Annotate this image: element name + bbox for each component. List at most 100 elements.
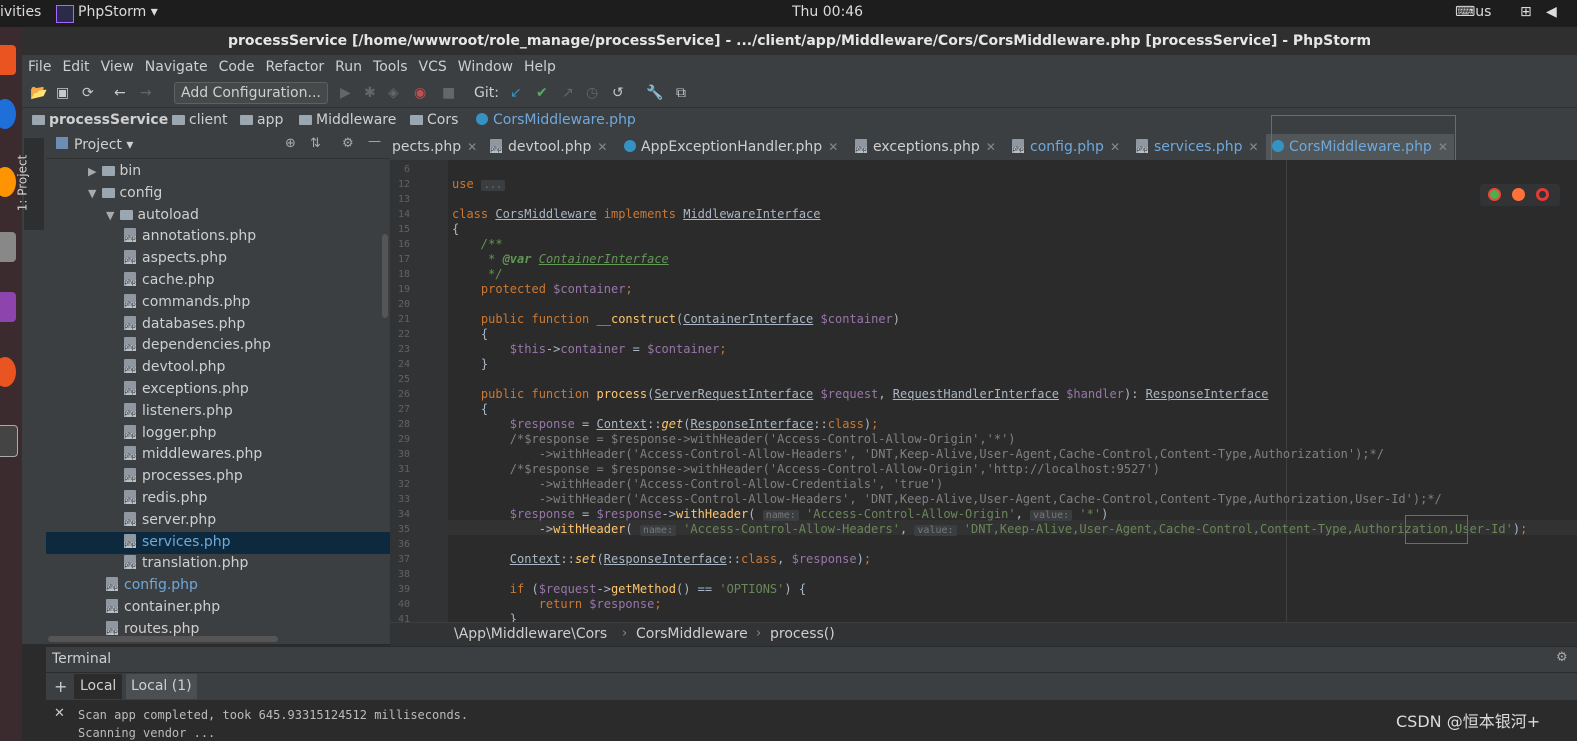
phpstorm-dock-icon[interactable]: [0, 292, 16, 322]
menu-view[interactable]: View: [101, 55, 134, 79]
add-configuration-button[interactable]: Add Configuration...: [174, 82, 328, 104]
tree-vertical-scrollbar[interactable]: [382, 234, 388, 318]
tab-config[interactable]: config.php ✕: [1012, 134, 1120, 160]
tab-appexceptionhandler[interactable]: AppExceptionHandler.php ✕: [624, 134, 838, 160]
tab-services[interactable]: services.php ✕: [1136, 134, 1259, 160]
tab-aspects[interactable]: pects.php ✕: [392, 134, 477, 160]
tree-file-exceptions[interactable]: exceptions.php: [124, 378, 249, 400]
git-commit-icon[interactable]: ✔: [536, 85, 548, 101]
text-editor-icon[interactable]: [0, 232, 16, 262]
profile-icon[interactable]: ◉: [414, 85, 426, 101]
chevron-right-icon[interactable]: ▶: [88, 161, 98, 183]
line-number[interactable]: 34: [390, 509, 410, 520]
software-center-icon[interactable]: [0, 357, 16, 387]
menu-edit[interactable]: Edit: [62, 55, 89, 79]
tree-file-dependencies[interactable]: dependencies.php: [124, 334, 271, 356]
forward-icon[interactable]: →: [140, 85, 152, 101]
firefox-icon[interactable]: [0, 167, 16, 197]
firefox-preview-icon[interactable]: [1512, 188, 1525, 201]
nav-crumb-app[interactable]: app: [240, 112, 283, 128]
hide-panel-icon[interactable]: —: [368, 134, 381, 149]
nav-crumb-processservice[interactable]: processService: [32, 112, 168, 128]
tree-file-middlewares[interactable]: middlewares.php: [124, 443, 262, 465]
line-number[interactable]: 31: [390, 464, 410, 475]
tree-file-services[interactable]: services.php: [124, 531, 231, 553]
tree-file-listeners[interactable]: listeners.php: [124, 400, 233, 422]
tab-exceptions[interactable]: exceptions.php ✕: [855, 134, 996, 160]
menu-window[interactable]: Window: [458, 55, 513, 79]
chrome-icon[interactable]: [1488, 188, 1501, 201]
project-view-selector[interactable]: Project ▾: [74, 137, 133, 153]
tree-folder-config[interactable]: ▼ config: [88, 182, 162, 204]
line-number[interactable]: 37: [390, 554, 410, 565]
line-number[interactable]: 22: [390, 329, 410, 340]
tree-file-translation[interactable]: translation.php: [124, 552, 248, 574]
locate-icon[interactable]: ⊕: [285, 136, 296, 151]
tree-file-annotations[interactable]: annotations.php: [124, 225, 256, 247]
line-number[interactable]: 26: [390, 389, 410, 400]
browser-icon[interactable]: [0, 99, 16, 129]
rollback-icon[interactable]: ↺: [612, 85, 624, 101]
line-number[interactable]: 18: [390, 269, 410, 280]
git-update-icon[interactable]: ↙: [510, 85, 522, 101]
settings-wrench-icon[interactable]: 🔧: [646, 85, 663, 101]
line-number[interactable]: 35: [390, 524, 410, 535]
menu-help[interactable]: Help: [524, 55, 556, 79]
git-push-icon[interactable]: ↗: [562, 85, 574, 101]
project-tool-tab[interactable]: 1: Project: [15, 138, 44, 230]
terminal-tab-local-1[interactable]: Local (1): [126, 674, 197, 699]
menu-navigate[interactable]: Navigate: [145, 55, 208, 79]
line-number[interactable]: 6: [390, 164, 410, 175]
line-number[interactable]: 36: [390, 539, 410, 550]
line-number[interactable]: 15: [390, 224, 410, 235]
close-icon[interactable]: ✕: [597, 140, 607, 154]
terminal-tab-local[interactable]: Local: [74, 674, 123, 699]
line-number[interactable]: 32: [390, 479, 410, 490]
tree-file-processes[interactable]: processes.php: [124, 465, 243, 487]
tree-file-devtool[interactable]: devtool.php: [124, 356, 225, 378]
save-icon[interactable]: ▣: [56, 85, 69, 101]
nav-crumb-client[interactable]: client: [172, 112, 227, 128]
menu-file[interactable]: File: [28, 55, 51, 79]
tree-folder-bin[interactable]: ▶ bin: [88, 160, 141, 182]
menu-code[interactable]: Code: [219, 55, 255, 79]
tree-file-logger[interactable]: logger.php: [124, 422, 216, 444]
line-number[interactable]: 19: [390, 284, 410, 295]
line-number[interactable]: 24: [390, 359, 410, 370]
breadcrumb-class[interactable]: CorsMiddleware: [636, 626, 748, 642]
line-number[interactable]: 28: [390, 419, 410, 430]
line-number[interactable]: 29: [390, 434, 410, 445]
close-icon[interactable]: ✕: [1249, 140, 1259, 154]
line-number[interactable]: 17: [390, 254, 410, 265]
line-number[interactable]: 30: [390, 449, 410, 460]
line-number[interactable]: 25: [390, 374, 410, 385]
line-number[interactable]: 12: [390, 179, 410, 190]
sync-icon[interactable]: ⟳: [82, 85, 94, 101]
nav-crumb-cors[interactable]: Cors: [410, 112, 458, 128]
gear-icon[interactable]: ⚙: [1556, 650, 1568, 665]
keyboard-indicator[interactable]: ⌨us: [1455, 4, 1491, 20]
close-icon[interactable]: ✕: [54, 706, 65, 721]
line-number[interactable]: 20: [390, 299, 410, 310]
folded-region[interactable]: ...: [480, 180, 505, 191]
breadcrumb-method[interactable]: process(): [770, 626, 835, 642]
back-icon[interactable]: ←: [114, 85, 126, 101]
close-icon[interactable]: ✕: [467, 140, 477, 154]
project-structure-icon[interactable]: ⧉: [676, 85, 686, 101]
tree-horizontal-scrollbar[interactable]: [48, 636, 278, 642]
tree-file-cache[interactable]: cache.php: [124, 269, 215, 291]
network-icon[interactable]: ⊞: [1520, 4, 1532, 20]
line-number[interactable]: 38: [390, 569, 410, 580]
gear-icon[interactable]: ⚙: [342, 136, 354, 151]
new-terminal-icon[interactable]: +: [54, 677, 67, 696]
breadcrumb-namespace[interactable]: \App\Middleware\Cors: [454, 626, 607, 642]
menu-vcs[interactable]: VCS: [419, 55, 447, 79]
line-number[interactable]: 40: [390, 599, 410, 610]
chevron-down-icon[interactable]: ▼: [88, 183, 98, 205]
tree-file-databases[interactable]: databases.php: [124, 313, 245, 335]
collapse-all-icon[interactable]: ⇅: [310, 136, 321, 151]
line-number[interactable]: 41: [390, 614, 410, 622]
menu-refactor[interactable]: Refactor: [265, 55, 324, 79]
tree-file-container[interactable]: container.php: [106, 596, 220, 618]
sound-icon[interactable]: ◀: [1546, 4, 1557, 20]
